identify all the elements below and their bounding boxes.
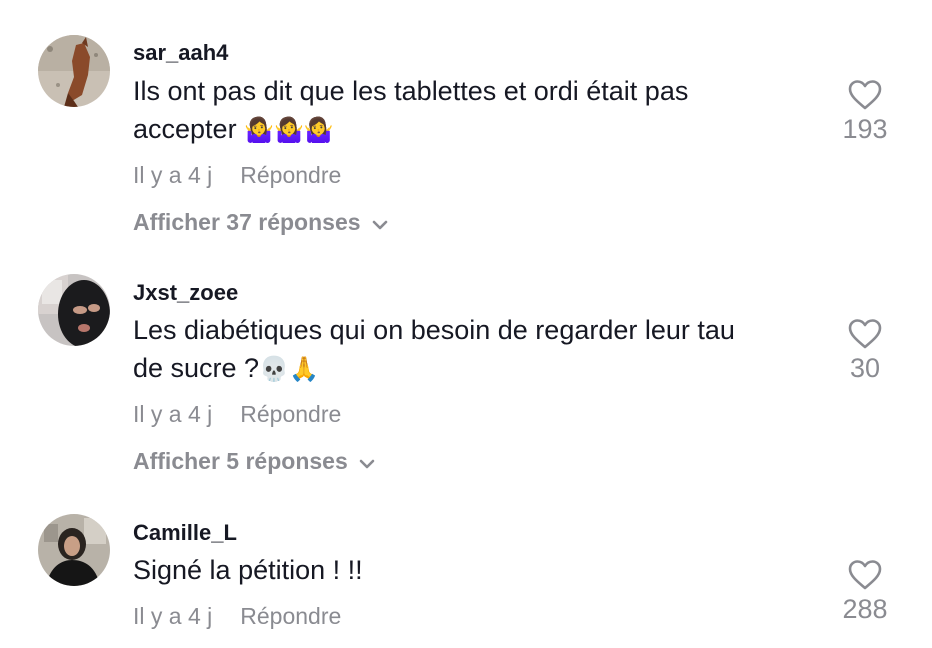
comments-list: sar_aah4 Ils ont pas dit que les tablett… <box>0 0 932 648</box>
like-count: 30 <box>849 353 881 383</box>
reply-button[interactable]: Répondre <box>240 162 341 188</box>
comment-text: Ils ont pas dit que les tablettes et ord… <box>133 76 689 144</box>
heart-outline-icon <box>848 319 882 349</box>
timestamp: Il y a 4 j <box>133 401 213 427</box>
username[interactable]: sar_aah4 <box>133 40 228 66</box>
chevron-down-icon <box>371 210 389 237</box>
heart-outline-icon <box>848 80 882 110</box>
view-replies-button[interactable]: Afficher 5 réponses <box>133 448 376 476</box>
like-button[interactable]: 193 <box>830 80 900 145</box>
comment-text: Les diabétiques qui on besoin de regarde… <box>133 315 735 383</box>
horse-avatar-icon <box>38 35 110 107</box>
view-replies-label: Afficher 37 réponses <box>133 209 361 235</box>
like-button[interactable]: 288 <box>830 560 900 625</box>
timestamp: Il y a 4 j <box>133 162 213 188</box>
view-replies-label: Afficher 5 réponses <box>133 448 348 474</box>
chevron-down-icon <box>358 449 376 476</box>
shrug-emoji: 🤷‍♀️🤷‍♀️🤷‍♀️ <box>244 117 334 144</box>
like-count: 288 <box>842 594 888 624</box>
view-replies-button[interactable]: Afficher 37 réponses <box>133 209 389 237</box>
comment-meta: Il y a 4 j Répondre <box>133 401 341 428</box>
heart-outline-icon <box>848 560 882 590</box>
reply-button[interactable]: Répondre <box>240 603 341 629</box>
balaclava-avatar-icon <box>38 274 110 346</box>
comment-text: Signé la pétition ! !! <box>133 555 363 585</box>
user-avatar[interactable] <box>38 35 110 107</box>
user-avatar[interactable] <box>38 274 110 346</box>
comment-meta: Il y a 4 j Répondre <box>133 603 341 630</box>
username[interactable]: Camille_L <box>133 520 237 546</box>
person-avatar-icon <box>38 514 110 586</box>
comment-meta: Il y a 4 j Répondre <box>133 162 341 189</box>
timestamp: Il y a 4 j <box>133 603 213 629</box>
like-count: 193 <box>842 114 888 144</box>
username[interactable]: Jxst_zoee <box>133 280 238 306</box>
reply-button[interactable]: Répondre <box>240 401 341 427</box>
skull-pray-emoji: 💀🙏 <box>259 356 319 383</box>
like-button[interactable]: 30 <box>830 319 900 384</box>
user-avatar[interactable] <box>38 514 110 586</box>
